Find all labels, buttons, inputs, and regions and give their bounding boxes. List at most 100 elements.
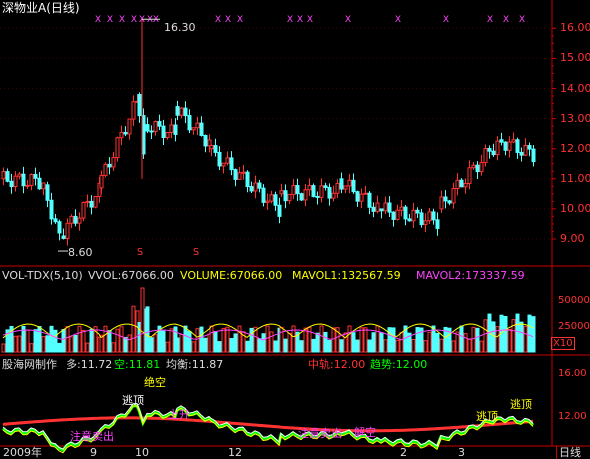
volume-bar [175, 337, 180, 353]
volume-indicator-name[interactable]: VOL-TDX(5,10) [2, 269, 83, 282]
candle-body [17, 173, 22, 177]
signal-marker: X [225, 15, 231, 25]
signal-marker: X [395, 15, 401, 25]
volume-bar [475, 327, 480, 353]
kline-chart[interactable]: XXXXXXXXXXXXXXXXXXXSS [0, 0, 590, 459]
candle-body [379, 208, 384, 212]
volume-bar [187, 330, 192, 353]
volume-bar [527, 314, 532, 353]
time-label-12: 12 [228, 446, 242, 459]
volume-bar [217, 341, 222, 353]
volume-bar [531, 316, 536, 353]
volume-bar [279, 326, 284, 353]
volume-bar [323, 331, 328, 353]
candle-body [213, 145, 218, 153]
candle-body [145, 124, 150, 132]
volume-bar [507, 329, 512, 353]
volume-bar [483, 319, 488, 353]
volume-bar [359, 327, 364, 353]
candle-body [161, 125, 166, 138]
volume-bar [315, 332, 320, 353]
time-label-3: 3 [458, 446, 465, 459]
volume-bar [363, 327, 368, 353]
shangsheng-label: 上升 [168, 408, 190, 421]
candle-body [491, 150, 496, 156]
volume-bar [65, 326, 70, 353]
volume-bar [229, 338, 234, 353]
signal-marker: X [237, 15, 243, 25]
candle-body [9, 180, 14, 188]
candle-body [257, 182, 262, 189]
candle-body [431, 211, 436, 221]
signal-marker: X [345, 15, 351, 25]
period-tab[interactable]: 日线 [556, 446, 581, 459]
candle-body [69, 215, 74, 224]
candle-body [199, 122, 204, 136]
candle-body [187, 115, 192, 131]
candle-body [291, 185, 296, 195]
tao-ding-label: 逃顶 [122, 394, 144, 407]
candle-body [279, 190, 284, 195]
candle-body [57, 221, 62, 234]
candle-body [467, 167, 472, 184]
volume-bar [439, 338, 444, 353]
candle-body [463, 182, 468, 188]
volume-bar [233, 333, 238, 353]
candle-body [115, 137, 120, 159]
volume-bar [395, 339, 400, 353]
low-price-label: 8.60 [68, 246, 93, 259]
junheng-value: 均衡:11.87 [166, 358, 224, 371]
volume-bar [49, 325, 54, 353]
price-axis-tick: 14.00 [560, 81, 590, 95]
candle-body [273, 194, 278, 206]
candle-body [439, 196, 444, 210]
volume-bar [57, 342, 62, 353]
volume-bar [261, 333, 266, 353]
candle-body [451, 188, 456, 204]
indicator-axis-tick-16: 16.00 [558, 368, 587, 379]
signal-marker: X [107, 15, 113, 25]
volume-bar [319, 325, 324, 353]
duo-value: 多:11.72 [66, 358, 113, 371]
volume-bar [367, 339, 372, 353]
candle-body [269, 194, 274, 202]
candle-body [427, 211, 432, 222]
volume-bar [471, 326, 476, 353]
candle-body [253, 182, 258, 192]
candle-body [103, 163, 108, 176]
volume-bar [491, 321, 496, 353]
candle-body [21, 173, 26, 187]
volume-bar [423, 340, 428, 353]
signal-marker: X [503, 15, 509, 25]
candle-body [225, 157, 230, 164]
high-price-label: 16.30 [164, 21, 196, 34]
candle-body [295, 185, 300, 195]
candle-body [287, 193, 292, 202]
volume-bar [511, 319, 516, 353]
candle-body [61, 235, 66, 239]
volume-bar [69, 336, 74, 353]
volume-bar [375, 325, 380, 353]
candle-body [237, 172, 242, 180]
candle-body [443, 196, 448, 202]
volume-bar [191, 341, 196, 353]
candle-body [41, 182, 46, 190]
candle-body [391, 211, 396, 220]
candle-body [499, 139, 504, 143]
candle-body [531, 148, 536, 163]
candle-body [241, 171, 246, 174]
indicator-maker[interactable]: 股海网制作 [2, 358, 57, 371]
volume-bar [435, 332, 440, 353]
candle-body [207, 139, 212, 147]
price-axis-tick: 10.00 [560, 201, 590, 215]
candle-body [107, 163, 112, 168]
volume-bar [463, 333, 468, 353]
volume-bar [459, 325, 464, 353]
volume-bar [81, 329, 86, 353]
candle-body [169, 124, 174, 134]
volume-bar [45, 335, 50, 353]
candle-body [319, 185, 324, 198]
volume-bar [523, 325, 528, 353]
signal-marker: X [443, 15, 449, 25]
candle-body [229, 157, 234, 171]
